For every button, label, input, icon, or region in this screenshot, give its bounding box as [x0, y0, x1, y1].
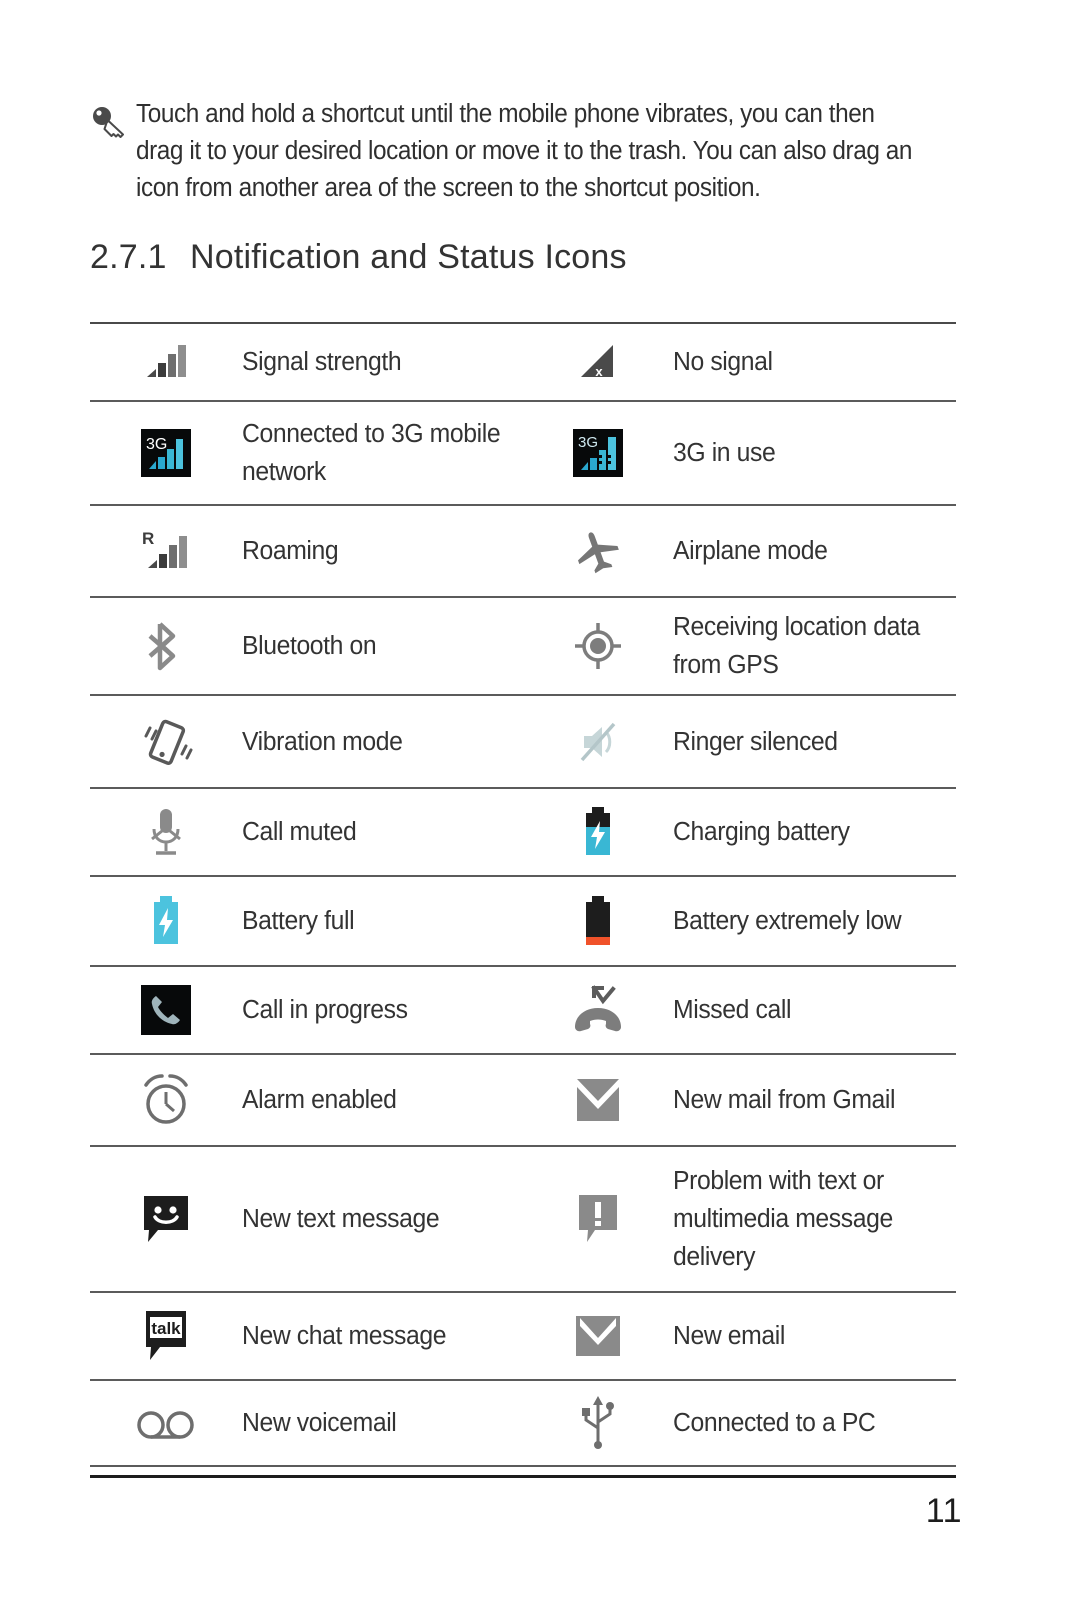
icon-label: Problem with text or multimedia message … [673, 1167, 893, 1271]
icon-label: Airplane mode [673, 537, 828, 565]
no-signal-icon: x [523, 324, 673, 400]
gmail-icon [523, 1055, 673, 1145]
svg-text:3G: 3G [578, 434, 598, 451]
table-row: Vibration mode Ringer silenced [90, 696, 956, 789]
icon-label: Charging battery [673, 818, 850, 846]
3g-in-use-icon: 3G [523, 402, 673, 504]
footer-divider [90, 1475, 956, 1478]
icon-label: Roaming [242, 537, 339, 565]
table-row: Bluetooth on Receiving location data fro… [90, 598, 956, 696]
table-row: Call in progress Missed call [90, 967, 956, 1055]
table-row: 3G Connected to 3G mobile network 3G 3G … [90, 402, 956, 506]
page-number: 11 [925, 1492, 962, 1530]
icon-label: Vibration mode [242, 727, 403, 756]
icon-label: Call in progress [242, 996, 408, 1024]
section-number: 2.7.1 [90, 238, 167, 276]
icon-label: Alarm enabled [242, 1086, 397, 1114]
new-email-icon [523, 1293, 673, 1379]
svg-text:talk: talk [151, 1319, 181, 1338]
table-row: Battery full Battery extremely low [90, 877, 956, 967]
icon-label: Ringer silenced [673, 727, 838, 756]
icon-label: No signal [673, 348, 773, 376]
icon-label: Battery extremely low [673, 907, 902, 935]
table-row: R Roaming Airplane mode [90, 506, 956, 598]
icon-label: Battery full [242, 907, 355, 935]
ringer-silenced-icon [523, 696, 673, 787]
icon-label: New email [673, 1322, 785, 1350]
key-icon [90, 96, 136, 143]
alarm-clock-icon [90, 1055, 242, 1145]
svg-text:R: R [142, 529, 154, 548]
battery-low-icon [523, 877, 673, 965]
talk-chat-icon: talk [90, 1293, 242, 1379]
icon-label: New mail from Gmail [673, 1086, 896, 1114]
microphone-muted-icon [90, 789, 242, 875]
icon-label: 3G in use [673, 439, 776, 467]
3g-connected-icon: 3G [90, 402, 242, 504]
table-row: Signal strength x No signal [90, 322, 956, 402]
icon-label: New text message [242, 1205, 440, 1233]
icon-label: Call muted [242, 818, 357, 846]
bluetooth-icon [90, 598, 242, 694]
table-row: talk New chat message New email [90, 1293, 956, 1381]
icon-label: New voicemail [242, 1409, 397, 1437]
svg-text:x: x [595, 364, 603, 379]
charging-battery-icon [523, 789, 673, 875]
new-text-message-icon [90, 1147, 242, 1291]
usb-icon [523, 1381, 673, 1465]
section-heading: 2.7.1 Notification and Status Icons [90, 238, 627, 277]
voicemail-icon [90, 1381, 242, 1465]
icon-label: Connected to 3G mobile network [242, 420, 501, 486]
battery-full-icon [90, 877, 242, 965]
icon-label: New chat message [242, 1322, 447, 1350]
call-in-progress-icon [90, 967, 242, 1053]
icon-label: Bluetooth on [242, 632, 377, 660]
icon-label: Connected to a PC [673, 1409, 876, 1437]
vibration-mode-icon [90, 696, 242, 787]
roaming-icon: R [90, 506, 242, 596]
section-title: Notification and Status Icons [190, 238, 627, 276]
gps-icon [523, 598, 673, 694]
table-row: New voicemail Connected to a PC [90, 1381, 956, 1467]
message-problem-icon [523, 1147, 673, 1291]
table-row: New text message Problem with text or mu… [90, 1147, 956, 1293]
icon-label: Missed call [673, 996, 792, 1024]
icon-label: Receiving location data from GPS [673, 613, 920, 679]
table-row: Call muted Charging battery [90, 789, 956, 877]
airplane-mode-icon [523, 506, 673, 596]
icon-label: Signal strength [242, 348, 402, 376]
tip-text: Touch and hold a shortcut until the mobi… [136, 100, 913, 202]
tip-note: Touch and hold a shortcut until the mobi… [90, 96, 962, 207]
signal-strength-icon [90, 324, 242, 400]
status-icons-table: Signal strength x No signal 3G Connected… [90, 322, 956, 1467]
manual-page: Touch and hold a shortcut until the mobi… [0, 0, 1080, 1617]
missed-call-icon [523, 967, 673, 1053]
table-row: Alarm enabled New mail from Gmail [90, 1055, 956, 1147]
svg-text:3G: 3G [146, 436, 167, 453]
